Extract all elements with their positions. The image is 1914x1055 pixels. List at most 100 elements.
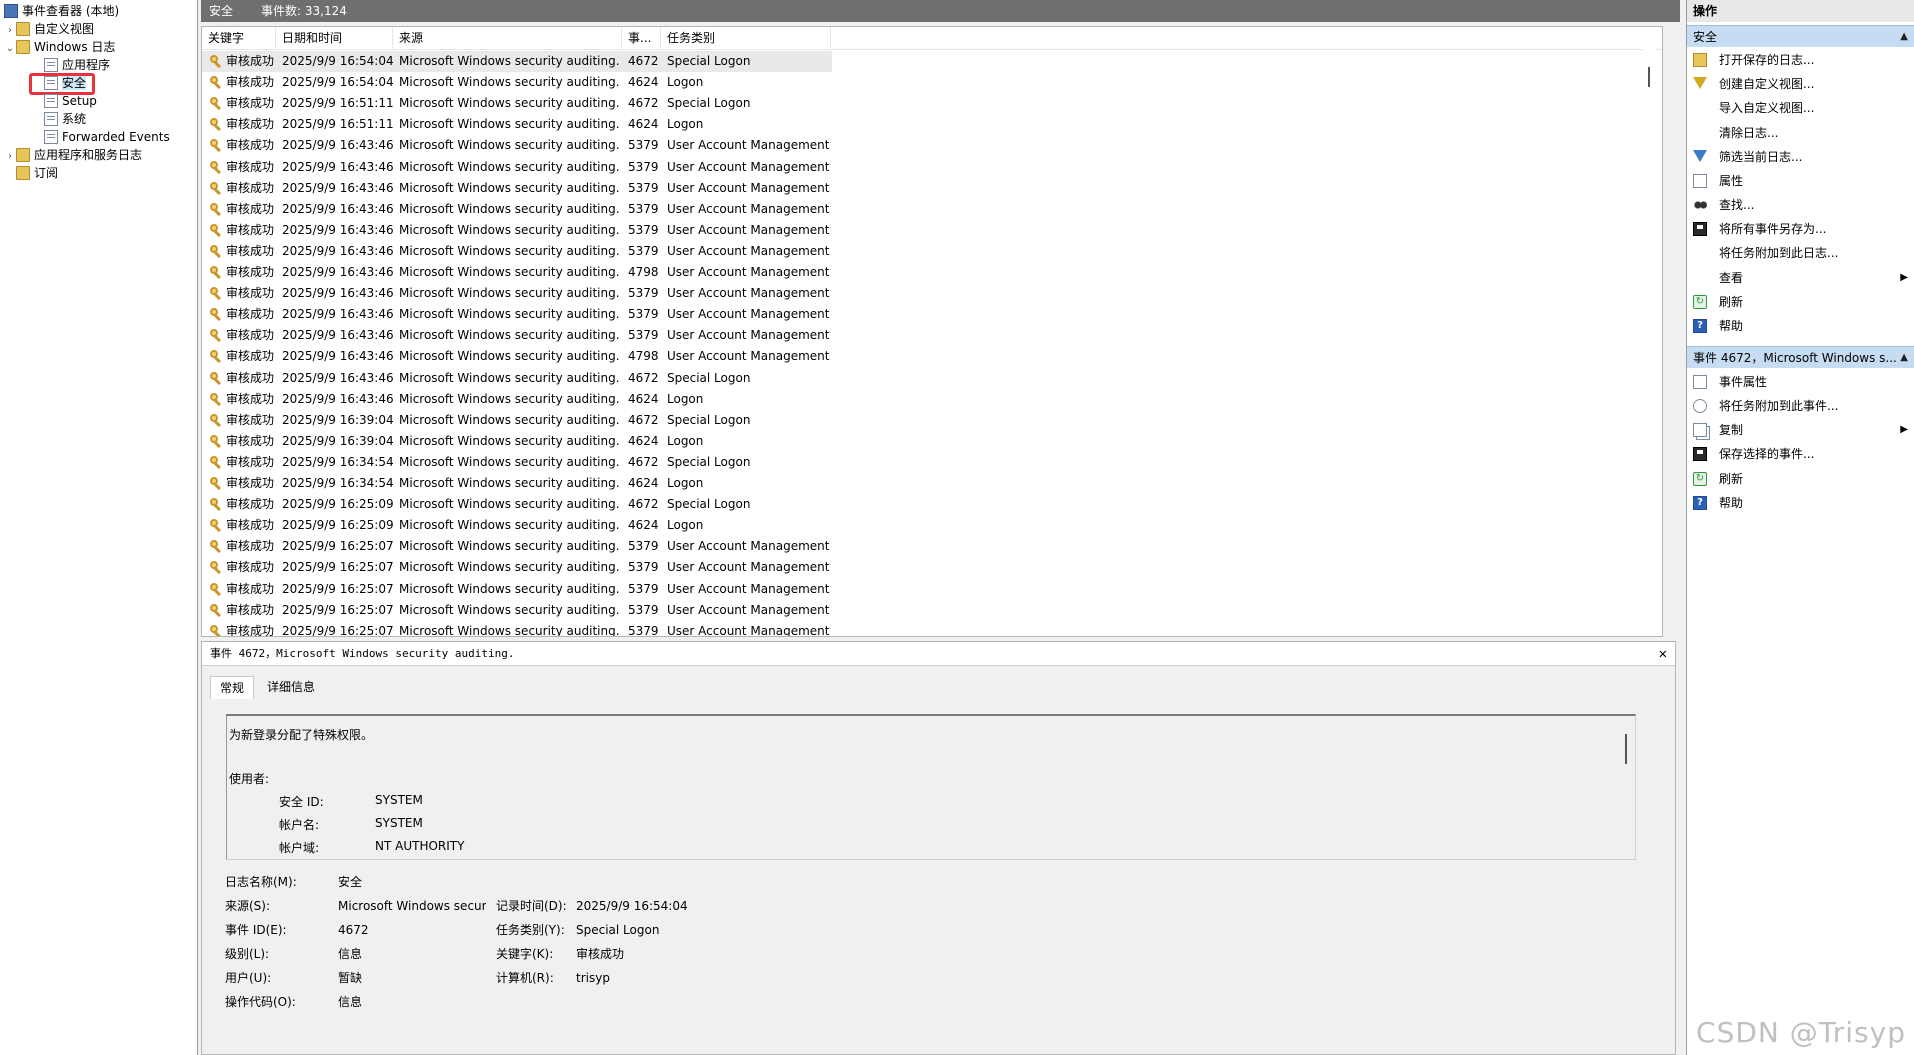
- action-item[interactable]: 创建自定义视图...: [1687, 72, 1914, 96]
- table-row[interactable]: 审核成功 2025/9/9 16:43:46 Microsoft Windows s…: [202, 368, 832, 389]
- tree-system-log[interactable]: 系统: [44, 110, 86, 128]
- collapse-arrow-icon[interactable]: ⌄: [4, 40, 16, 58]
- action-item[interactable]: 将所有事件另存为...: [1687, 217, 1914, 241]
- tree-setup-log[interactable]: Setup: [44, 92, 97, 110]
- actions-section-security[interactable]: 安全 ▲: [1687, 25, 1914, 47]
- action-item[interactable]: ? 帮助: [1687, 491, 1914, 515]
- scroll-thumb[interactable]: [1648, 67, 1650, 87]
- cell-source: Microsoft Windows security auditing.: [399, 243, 620, 258]
- log-icon: [44, 112, 58, 126]
- cell-datetime: 2025/9/9 16:25:07: [282, 581, 394, 596]
- event-list[interactable]: 关键字 日期和时间 来源 事... 任务类别 审核成功 2025/9/9 16:5…: [201, 26, 1663, 637]
- table-row[interactable]: 审核成功 2025/9/9 16:25:09 Microsoft Windows s…: [202, 515, 832, 536]
- table-row[interactable]: 审核成功 2025/9/9 16:25:07 Microsoft Windows s…: [202, 621, 832, 636]
- column-task-category[interactable]: 任务类别: [661, 27, 831, 49]
- cell-datetime: 2025/9/9 16:34:54: [282, 454, 394, 469]
- cell-task-category: User Account Management: [667, 560, 830, 575]
- tree-forwarded-events[interactable]: Forwarded Events: [44, 128, 170, 146]
- action-item[interactable]: 属性: [1687, 169, 1914, 193]
- table-row[interactable]: 审核成功 2025/9/9 16:34:54 Microsoft Windows s…: [202, 452, 832, 473]
- cell-task-category: User Account Management: [667, 307, 830, 322]
- table-row[interactable]: 审核成功 2025/9/9 16:39:04 Microsoft Windows s…: [202, 410, 832, 431]
- tab-details[interactable]: 详细信息: [258, 676, 324, 698]
- table-row[interactable]: 审核成功 2025/9/9 16:43:46 Microsoft Windows s…: [202, 135, 832, 156]
- action-item[interactable]: 查看 ▶: [1687, 266, 1914, 290]
- action-label: 创建自定义视图...: [1719, 77, 1815, 91]
- action-item[interactable]: 复制 ▶: [1687, 418, 1914, 442]
- cell-event-id: 4798: [628, 349, 659, 364]
- table-row[interactable]: 审核成功 2025/9/9 16:43:46 Microsoft Windows s…: [202, 199, 832, 220]
- column-source[interactable]: 来源: [393, 27, 622, 49]
- action-item[interactable]: 将任务附加到此事件...: [1687, 394, 1914, 418]
- table-row[interactable]: 审核成功 2025/9/9 16:43:46 Microsoft Windows s…: [202, 178, 832, 199]
- cell-keyword: 审核成功: [226, 117, 275, 132]
- action-item[interactable]: 筛选当前日志...: [1687, 145, 1914, 169]
- cell-event-id: 4672: [628, 454, 659, 469]
- table-row[interactable]: 审核成功 2025/9/9 16:43:46 Microsoft Windows s…: [202, 283, 832, 304]
- tree-root[interactable]: 事件查看器 (本地): [4, 2, 119, 20]
- column-keyword[interactable]: 关键字: [202, 27, 276, 49]
- action-item[interactable]: 将任务附加到此日志...: [1687, 241, 1914, 265]
- cell-source: Microsoft Windows security auditing.: [399, 560, 620, 575]
- close-icon[interactable]: ✕: [1659, 642, 1667, 666]
- table-row[interactable]: 审核成功 2025/9/9 16:43:46 Microsoft Windows s…: [202, 241, 832, 262]
- table-row[interactable]: 审核成功 2025/9/9 16:39:04 Microsoft Windows s…: [202, 431, 832, 452]
- user-value: 暂缺: [338, 971, 363, 985]
- action-item[interactable]: 事件属性: [1687, 370, 1914, 394]
- action-item[interactable]: 保存选择的事件...: [1687, 442, 1914, 466]
- collapse-up-icon[interactable]: ▲: [1900, 347, 1908, 369]
- expand-arrow-icon[interactable]: ›: [4, 148, 16, 166]
- action-item[interactable]: 打开保存的日志...: [1687, 48, 1914, 72]
- table-row[interactable]: 审核成功 2025/9/9 16:43:46 Microsoft Windows s…: [202, 304, 832, 325]
- table-row[interactable]: 审核成功 2025/9/9 16:25:07 Microsoft Windows s…: [202, 579, 832, 600]
- column-datetime[interactable]: 日期和时间: [276, 27, 393, 49]
- description-scrollbar[interactable]: [1625, 734, 1627, 764]
- table-row[interactable]: 审核成功 2025/9/9 16:43:46 Microsoft Windows s…: [202, 325, 832, 346]
- table-row[interactable]: 审核成功 2025/9/9 16:51:11 Microsoft Windows s…: [202, 93, 832, 114]
- table-row[interactable]: 审核成功 2025/9/9 16:43:46 Microsoft Windows s…: [202, 262, 832, 283]
- cell-task-category: User Account Management: [667, 159, 830, 174]
- event-description-box[interactable]: 为新登录分配了特殊权限。 使用者: 安全 ID: SYSTEM 帐户名: SYS…: [226, 714, 1636, 860]
- cell-event-id: 4624: [628, 75, 659, 90]
- log-title: 安全: [209, 4, 234, 18]
- action-item[interactable]: 导入自定义视图...: [1687, 96, 1914, 120]
- column-event-id[interactable]: 事...: [622, 27, 661, 49]
- table-row[interactable]: 审核成功 2025/9/9 16:54:04 Microsoft Windows s…: [202, 51, 832, 72]
- cell-task-category: User Account Management: [667, 138, 830, 153]
- table-row[interactable]: 审核成功 2025/9/9 16:54:04 Microsoft Windows s…: [202, 72, 832, 93]
- table-row[interactable]: 审核成功 2025/9/9 16:25:07 Microsoft Windows s…: [202, 600, 832, 621]
- action-item[interactable]: ? 帮助: [1687, 314, 1914, 338]
- action-item[interactable]: 刷新: [1687, 467, 1914, 491]
- tree-custom-views[interactable]: › 自定义视图: [4, 20, 94, 38]
- opcode-label: 操作代码(O):: [225, 995, 296, 1009]
- table-row[interactable]: 审核成功 2025/9/9 16:43:46 Microsoft Windows s…: [202, 389, 832, 410]
- cell-task-category: Special Logon: [667, 370, 751, 385]
- table-row[interactable]: 审核成功 2025/9/9 16:34:54 Microsoft Windows s…: [202, 473, 832, 494]
- table-row[interactable]: 审核成功 2025/9/9 16:51:11 Microsoft Windows s…: [202, 114, 832, 135]
- action-item[interactable]: 查找...: [1687, 193, 1914, 217]
- tab-general[interactable]: 常规: [210, 676, 255, 699]
- table-row[interactable]: 审核成功 2025/9/9 16:25:07 Microsoft Windows s…: [202, 536, 832, 557]
- submenu-arrow-icon: ▶: [1900, 424, 1908, 435]
- table-row[interactable]: 审核成功 2025/9/9 16:43:46 Microsoft Windows s…: [202, 157, 832, 178]
- collapse-up-icon[interactable]: ▲: [1900, 26, 1908, 48]
- action-item[interactable]: 刷新: [1687, 290, 1914, 314]
- tree-application-log[interactable]: 应用程序: [44, 56, 110, 74]
- tree-subscriptions[interactable]: 订阅: [16, 164, 58, 182]
- action-item[interactable]: 清除日志...: [1687, 121, 1914, 145]
- cell-event-id: 4624: [628, 117, 659, 132]
- tree-windows-logs[interactable]: ⌄ Windows 日志: [4, 38, 115, 56]
- table-row[interactable]: 审核成功 2025/9/9 16:43:46 Microsoft Windows s…: [202, 346, 832, 367]
- refresh-icon: [1693, 295, 1707, 309]
- tree-app-service-logs[interactable]: › 应用程序和服务日志: [4, 146, 142, 164]
- filter-icon: [1693, 150, 1707, 162]
- list-scrollbar[interactable]: [1644, 49, 1656, 634]
- cell-task-category: User Account Management: [667, 180, 830, 195]
- level-value: 信息: [338, 947, 363, 961]
- cell-keyword: 审核成功: [226, 497, 275, 512]
- folder-icon: [16, 40, 30, 54]
- table-row[interactable]: 审核成功 2025/9/9 16:25:09 Microsoft Windows s…: [202, 494, 832, 515]
- table-row[interactable]: 审核成功 2025/9/9 16:43:46 Microsoft Windows s…: [202, 220, 832, 241]
- table-row[interactable]: 审核成功 2025/9/9 16:25:07 Microsoft Windows s…: [202, 557, 832, 578]
- actions-section-event[interactable]: 事件 4672，Microsoft Windows s... ▲: [1687, 346, 1914, 368]
